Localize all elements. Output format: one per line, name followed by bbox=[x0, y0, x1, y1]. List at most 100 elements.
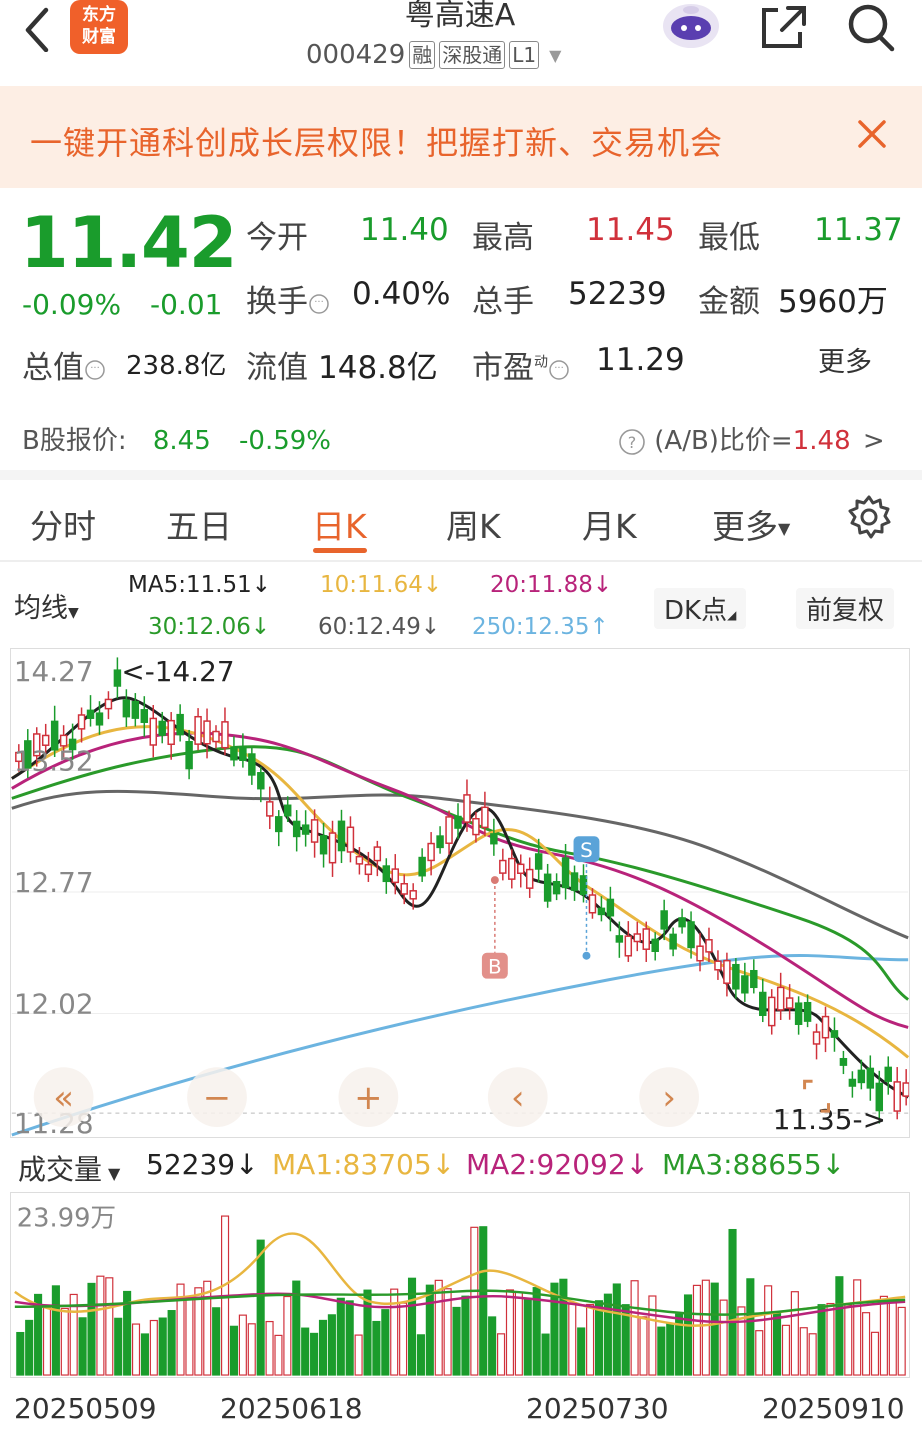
ma10-value: 10:11.64↓ bbox=[320, 572, 443, 598]
help-icon[interactable]: ? bbox=[618, 428, 646, 456]
pe-sup: 动 bbox=[534, 354, 548, 371]
candle-body bbox=[794, 1002, 803, 1025]
candle-body bbox=[283, 804, 292, 817]
rewind-icon[interactable]: « bbox=[53, 1078, 74, 1117]
tab-five-day[interactable]: 五日 bbox=[166, 500, 232, 548]
back-icon[interactable] bbox=[16, 4, 60, 52]
chevron-down-icon[interactable]: ▼ bbox=[549, 46, 561, 65]
kline-chart[interactable]: 14.27 13.52 12.77 12.02 11.28 <-14.27 11… bbox=[10, 648, 910, 1138]
date-label-4: 20250910 bbox=[762, 1392, 905, 1425]
candle-body bbox=[857, 1069, 866, 1084]
volume-bar bbox=[461, 1295, 470, 1376]
ma5-value: MA5:11.51↓ bbox=[128, 572, 272, 598]
corner-triangle-icon: ◢ bbox=[727, 608, 737, 622]
volume-bar bbox=[354, 1334, 363, 1376]
candle-body bbox=[517, 863, 525, 875]
candle-body bbox=[579, 875, 588, 896]
max-price-marker: <-14.27 bbox=[121, 655, 234, 688]
candle-body bbox=[642, 928, 650, 950]
volume-bar bbox=[817, 1304, 826, 1376]
candle-body bbox=[122, 699, 131, 718]
ma-selector[interactable]: 均线▼ bbox=[14, 586, 79, 625]
volume-bar bbox=[559, 1278, 568, 1376]
candle-body bbox=[606, 898, 615, 917]
candle-body bbox=[848, 1078, 857, 1087]
promo-banner[interactable]: 一键开通科创成长层权限！把握打新、交易机会 bbox=[0, 86, 922, 188]
candle-body bbox=[732, 963, 740, 990]
prev-icon[interactable]: ‹ bbox=[511, 1078, 525, 1117]
volume-ma2: MA2:92092↓ bbox=[466, 1148, 650, 1181]
volume-value: 52239 bbox=[568, 276, 667, 312]
volume-bar bbox=[603, 1293, 612, 1376]
volume-selector[interactable]: 成交量 ▼ bbox=[18, 1148, 120, 1188]
candle-body bbox=[705, 939, 713, 953]
volume-bar bbox=[826, 1302, 835, 1376]
volume-chart[interactable]: 23.99万 bbox=[10, 1192, 910, 1378]
candle-body bbox=[409, 890, 417, 900]
banner-text: 一键开通科创成长层权限！把握打新、交易机会 bbox=[30, 124, 724, 162]
info-icon[interactable]: ··· bbox=[548, 359, 570, 381]
tab-daily-k[interactable]: 日K bbox=[312, 500, 367, 548]
info-icon[interactable]: ··· bbox=[84, 359, 106, 381]
volume-bar bbox=[568, 1303, 577, 1376]
candle-body bbox=[785, 997, 794, 1009]
y-label-3: 12.77 bbox=[14, 866, 94, 899]
candle-body bbox=[292, 820, 301, 838]
volume-bar bbox=[212, 1307, 221, 1376]
volume-bar bbox=[862, 1312, 871, 1376]
more-button[interactable]: 更多 bbox=[818, 340, 872, 379]
assistant-robot-icon[interactable] bbox=[660, 0, 722, 50]
tag-connect: 深股通 bbox=[439, 41, 506, 69]
volume-bar bbox=[149, 1319, 158, 1376]
candle-body bbox=[301, 824, 310, 835]
candle-body bbox=[866, 1067, 875, 1089]
volume-bar bbox=[185, 1298, 194, 1376]
tab-monthly-k[interactable]: 月K bbox=[582, 500, 637, 548]
volume-bar bbox=[710, 1282, 719, 1376]
info-icon[interactable]: ··· bbox=[308, 293, 330, 315]
candle-body bbox=[337, 820, 346, 852]
dk-point-button[interactable]: DK点◢ bbox=[654, 588, 747, 629]
volume-bar bbox=[772, 1312, 782, 1376]
candle-body bbox=[149, 717, 157, 746]
adjust-button[interactable]: 前复权 bbox=[796, 588, 895, 629]
zoom-out-icon[interactable]: − bbox=[203, 1078, 231, 1117]
candle-body bbox=[275, 816, 283, 833]
tab-weekly-k[interactable]: 周K bbox=[446, 500, 501, 548]
candle-body bbox=[884, 1066, 892, 1082]
close-icon[interactable] bbox=[852, 114, 892, 154]
candle-body bbox=[588, 894, 597, 914]
share-icon[interactable] bbox=[756, 2, 810, 52]
candle-body bbox=[902, 1082, 909, 1097]
candle-body bbox=[508, 857, 516, 880]
volume-bar bbox=[318, 1319, 328, 1376]
volume-bar bbox=[105, 1277, 114, 1376]
volume-bar bbox=[683, 1294, 693, 1376]
float-value: 148.8亿 bbox=[318, 350, 438, 386]
tab-more[interactable]: 更多▼ bbox=[712, 500, 790, 548]
next-icon[interactable]: › bbox=[662, 1078, 676, 1117]
volume-bar bbox=[158, 1317, 167, 1376]
volume-bar bbox=[523, 1297, 532, 1376]
volume-bar bbox=[541, 1333, 550, 1376]
gear-icon[interactable] bbox=[846, 494, 892, 540]
volume-bar bbox=[630, 1280, 639, 1376]
ab-ratio[interactable]: ? (A/B)比价=1.48 > bbox=[618, 420, 885, 457]
candle-body bbox=[759, 991, 767, 1016]
b-share-line: B股报价: 8.45 -0.59% bbox=[22, 420, 331, 457]
zoom-in-icon[interactable]: + bbox=[354, 1078, 382, 1117]
volume-bar bbox=[131, 1323, 141, 1376]
tab-intraday[interactable]: 分时 bbox=[30, 500, 96, 548]
search-icon[interactable] bbox=[844, 2, 898, 52]
svg-text:···: ··· bbox=[90, 363, 100, 374]
candle-body bbox=[454, 815, 462, 829]
volume-bar bbox=[310, 1332, 319, 1376]
candle-body bbox=[95, 712, 104, 726]
chart-nav: « − + ‹ › bbox=[33, 1067, 830, 1128]
turnover-label-text: 换手 bbox=[246, 284, 308, 320]
ma-selector-label: 均线 bbox=[14, 593, 68, 624]
candle-body bbox=[490, 833, 498, 845]
volume-bar bbox=[781, 1324, 791, 1376]
buy-signal[interactable]: B bbox=[481, 876, 508, 979]
volume-bar bbox=[657, 1326, 666, 1376]
